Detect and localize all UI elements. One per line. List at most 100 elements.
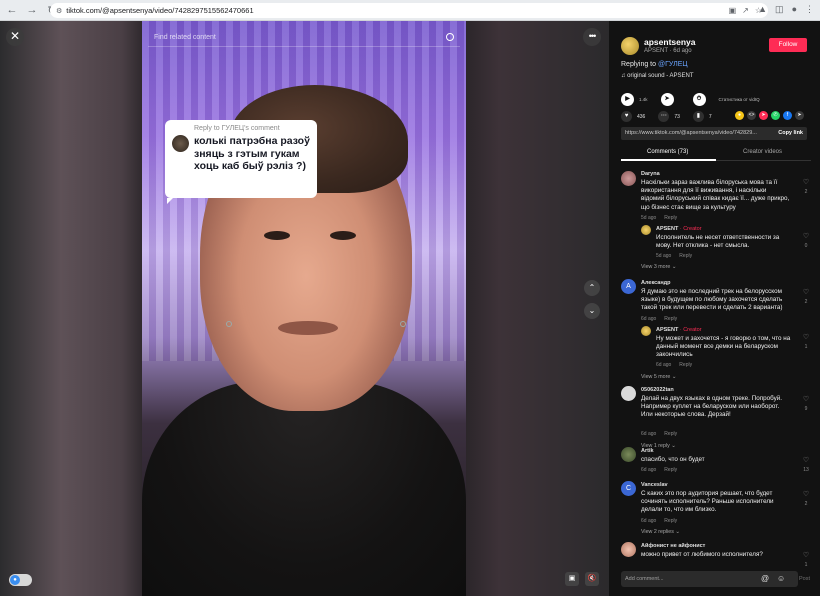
comment-like[interactable]: ♡ 2 [802,179,810,196]
more-share-icon[interactable]: ➤ [795,111,804,120]
comment-like-count: 2 [804,501,808,507]
address-bar[interactable]: ⚙ tiktok.com/@apsentsenya/video/74282975… [50,3,768,18]
comment-count: 73 [674,113,680,120]
comment-author[interactable]: Vanceslav [641,482,668,488]
video-link[interactable]: https://www.tiktok.com/@apsentsenya/vide… [625,130,771,136]
comment-like[interactable]: ♡ 9 [802,396,810,413]
related-search-placeholder: Find related content [154,34,216,41]
play-icon[interactable]: ▶ [621,93,634,106]
comment-like[interactable]: ♡ 1 [802,334,810,351]
forward-icon[interactable]: ➤ [660,93,674,106]
reply-button[interactable]: Reply [679,362,692,368]
site-info-icon[interactable]: ⚙ [56,7,62,15]
code-icon[interactable]: <> [747,111,756,120]
send-icon[interactable]: ➤ [759,111,768,120]
comment-author[interactable]: 05062022tan [641,387,674,393]
tab-creator-videos[interactable]: Creator videos [743,149,782,155]
comment-like[interactable]: ♡ 2 [802,491,810,508]
extensions-icon[interactable]: ▲ [758,4,767,15]
previous-video-icon[interactable]: ⌃ [584,280,600,296]
facebook-icon[interactable]: f [783,111,792,120]
comment-author[interactable]: Artik [641,448,654,454]
author-avatar[interactable] [621,37,639,55]
close-icon[interactable]: ✕ [6,28,24,46]
comment-like-count: 2 [804,189,808,195]
video-player[interactable] [142,21,466,596]
next-video-icon[interactable]: ⌄ [584,303,600,319]
comment-meta: 6d ago Reply [641,431,685,437]
reply-button[interactable]: Reply [664,215,677,221]
add-comment-input[interactable]: Add comment... @ ☺ [621,571,798,587]
comment-like[interactable]: ♡ 13 [802,457,810,474]
related-search[interactable]: Find related content [148,29,460,47]
like-count: 436 [637,113,646,120]
comment-meta: 6d ago Reply [641,316,685,322]
active-tab-indicator [621,159,716,161]
view-more-replies[interactable]: View 5 more ⌄ [641,374,676,380]
comment-like-count: 1 [804,344,808,350]
comment-like[interactable]: ♡ 0 [802,233,810,250]
more-options-icon[interactable]: ••• [583,28,601,46]
search-icon[interactable] [446,33,454,41]
heart-icon[interactable]: ♥ [621,111,632,122]
comment-author[interactable]: APSENT · Creator [656,327,702,333]
comment-text: Исполнитель не несет ответственности за … [656,234,780,250]
author-username[interactable]: apsentsenya [644,37,696,47]
comment-icon[interactable]: ⋯ [658,111,670,122]
comment-avatar[interactable] [621,171,636,186]
autoscroll-icon: ● [10,575,20,585]
post-button[interactable]: Post [799,576,810,582]
comment-avatar[interactable] [621,542,636,557]
comment-avatar[interactable]: C [621,481,636,496]
screenshot-icon[interactable]: ▣ [729,5,737,16]
comment-avatar[interactable] [621,447,636,462]
reply-button[interactable]: Reply [664,316,677,322]
back-arrow-icon[interactable]: ← [4,2,20,18]
comment-author[interactable]: Daryna [641,171,660,177]
comment-like[interactable]: ♡ 2 [802,289,810,306]
vidiq-label: Статистика от vidIQ [718,97,760,102]
mention-icon[interactable]: @ [761,574,769,583]
comment-like[interactable]: ♡ 1 [802,552,810,569]
mute-icon[interactable]: 🔇 [585,572,599,586]
comment-avatar[interactable] [641,225,651,235]
embed-icon[interactable]: ● [735,111,744,120]
forward-arrow-icon[interactable]: → [24,2,40,18]
music-note-icon: ♫ [621,73,626,79]
follow-button[interactable]: Follow [769,38,807,52]
view-more-label: View 2 replies [641,529,674,535]
view-more-replies[interactable]: View 2 replies ⌄ [641,529,680,535]
comment-author[interactable]: Айфонист не айфонист [641,543,705,549]
timer-icon[interactable]: ⏱ [692,93,706,106]
comment-author[interactable]: APSENT · Creator [656,226,702,232]
view-more-replies[interactable]: View 3 more ⌄ [641,264,676,270]
share-icon[interactable]: ↗ [742,5,749,16]
autoscroll-toggle[interactable]: ● [9,574,32,586]
comment-avatar[interactable]: A [621,279,636,294]
reply-button[interactable]: Reply [664,431,677,437]
comment-author[interactable]: Александр [641,280,671,286]
replying-mention[interactable]: @ГУЛЕЦ [658,61,688,68]
profile-icon[interactable]: ● [792,4,797,15]
bookmark-icon[interactable]: ▮ [692,111,704,122]
comment-text: спасибо, что он будет [641,456,705,463]
sidepanel-icon[interactable]: ◫ [775,4,784,15]
author-meta: APSENT · 6d ago [644,48,692,54]
reply-text: колькі патрэбна разоў зняць з гэтым гука… [194,135,310,172]
menu-icon[interactable]: ⋮ [805,4,814,15]
reply-button[interactable]: Reply [679,253,692,259]
browser-toolbar: ← → ↻ ⚙ tiktok.com/@apsentsenya/video/74… [0,0,820,21]
action-row: ♥ 436 ⋯ 73 ▮ 7 [621,111,720,122]
reply-button[interactable]: Reply [664,467,677,473]
whatsapp-icon[interactable]: ✆ [771,111,780,120]
save-count: 7 [708,113,712,120]
comment-time: 6d ago [641,431,657,437]
pip-icon[interactable]: ▣ [565,572,579,586]
comment-avatar[interactable] [641,326,651,336]
tab-comments[interactable]: Comments (73) [647,149,688,155]
copy-link-button[interactable]: Copy link [778,130,803,136]
reply-button[interactable]: Reply [664,518,677,524]
sound-link[interactable]: ♫ original sound - APSENT [621,73,694,79]
emoji-icon[interactable]: ☺ [777,574,785,583]
comment-avatar[interactable] [621,386,636,401]
